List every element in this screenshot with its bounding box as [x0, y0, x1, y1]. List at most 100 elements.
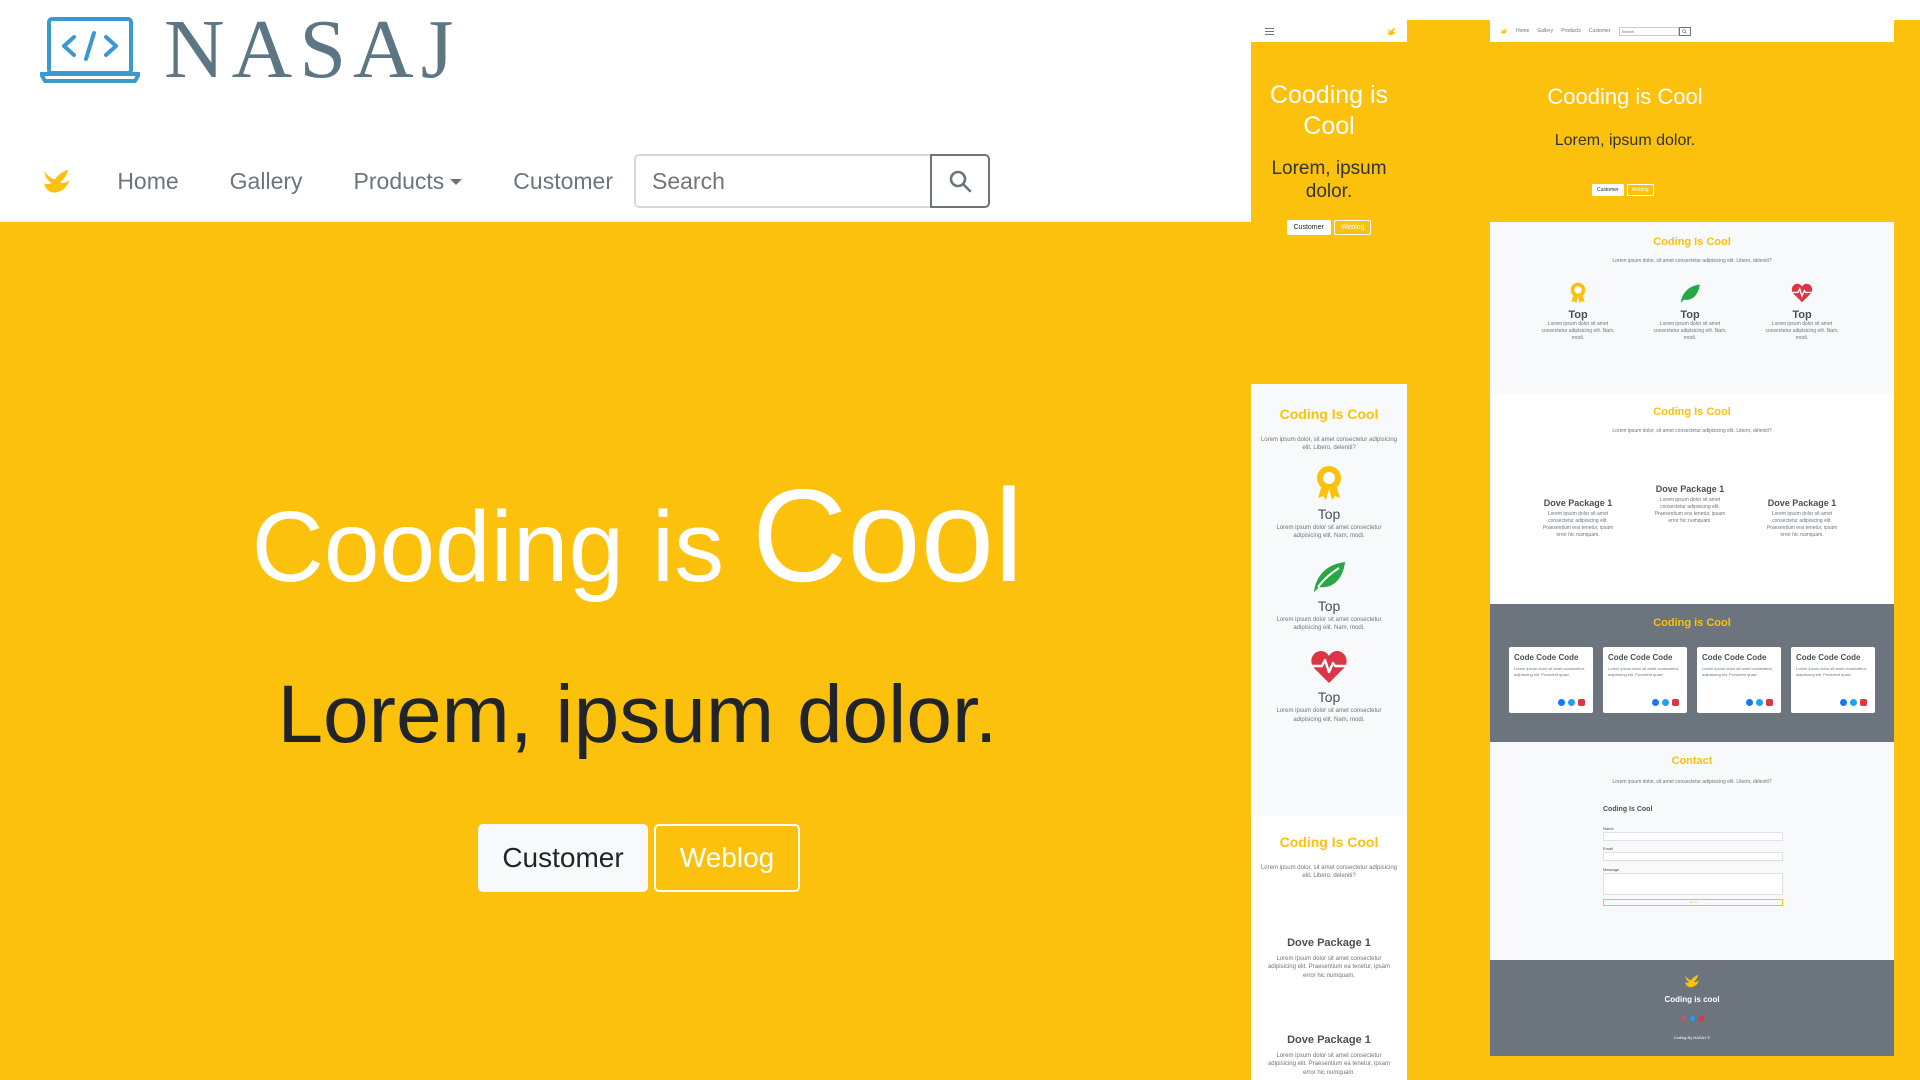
message-field[interactable] [1603, 873, 1783, 895]
twitter-icon[interactable] [1756, 699, 1763, 706]
nav-products-dropdown[interactable]: Products [354, 168, 463, 195]
search-input[interactable] [634, 154, 930, 208]
desktop-package-text: Lorem ipsum dolor sit amet consectetur a… [1766, 511, 1838, 538]
send-button[interactable]: Send [1603, 899, 1783, 906]
desktop-search-input[interactable]: Search [1618, 26, 1679, 36]
mobile-package-title: Dove Package 1 [1287, 1033, 1371, 1046]
email-field[interactable] [1603, 852, 1783, 861]
desktop-customer-button[interactable]: Customer [1592, 184, 1624, 196]
mobile-customer-button[interactable]: Customer [1286, 220, 1331, 235]
dove-icon [1685, 974, 1699, 988]
contact-form-title: Coding Is Cool [1603, 806, 1653, 813]
search-button[interactable] [930, 154, 990, 208]
contact-text: Lorem ipsum dolor, sit amet consectetur … [1612, 779, 1772, 785]
desktop-nav-customer[interactable]: Customer [1589, 28, 1611, 34]
dove-icon[interactable] [1386, 26, 1397, 37]
name-field[interactable] [1603, 832, 1783, 841]
customer-button[interactable]: Customer [478, 824, 648, 892]
desktop-features-title: Coding Is Cool [1653, 236, 1731, 248]
desktop-packages-text: Lorem ipsum dolor, sit amet consectetur … [1612, 428, 1772, 434]
desktop-feature-item: Top Lorem ipsum dolor sit amet consectet… [1530, 282, 1626, 342]
nav-customer[interactable]: Customer [513, 168, 613, 195]
mobile-hero-gap [1251, 242, 1407, 384]
hero-background-edge [1894, 20, 1920, 1080]
social-icons [1652, 699, 1679, 706]
leaf-icon [1680, 284, 1700, 303]
twitter-icon[interactable] [1568, 699, 1575, 706]
dove-icon[interactable] [40, 161, 73, 201]
desktop-package-item: Dove Package 1 Lorem ipsum dolor sit ame… [1530, 498, 1626, 539]
mobile-package-item: Dove Package 1 Lorem ipsum dolor sit ame… [1251, 937, 1407, 980]
instagram-icon[interactable] [1680, 1016, 1686, 1021]
team-card-title: Code Code Code [1702, 653, 1767, 662]
facebook-icon[interactable] [1746, 699, 1753, 706]
desktop-package-item: Dove Package 1 Lorem ipsum dolor sit ame… [1642, 484, 1738, 525]
social-icons [1746, 699, 1773, 706]
weblog-button[interactable]: Weblog [654, 824, 800, 892]
mobile-package-title: Dove Package 1 [1287, 936, 1371, 949]
team-card-text: Lorem ipsum dolor sit amet consectetur, … [1608, 666, 1679, 677]
mobile-package-item: Dove Package 1 Lorem ipsum dolor sit ame… [1251, 1034, 1407, 1077]
nav-gallery[interactable]: Gallery [230, 168, 303, 195]
desktop-weblog-button[interactable]: Weblog [1626, 184, 1654, 196]
desktop-contact-section: Contact Lorem ipsum dolor, sit amet cons… [1490, 742, 1894, 960]
team-card-title: Code Code Code [1514, 653, 1579, 662]
team-card: Code Code Code Lorem ipsum dolor sit ame… [1603, 647, 1687, 713]
desktop-feature-item: Top Lorem ipsum dolor sit amet consectet… [1642, 282, 1738, 342]
team-card: Code Code Code Lorem ipsum dolor sit ame… [1791, 647, 1875, 713]
desktop-package-item: Dove Package 1 Lorem ipsum dolor sit ame… [1754, 498, 1850, 539]
twitter-icon[interactable] [1850, 699, 1857, 706]
desktop-nav-products[interactable]: Products [1561, 28, 1581, 34]
hero-buttons: Customer Weblog [478, 824, 800, 892]
facebook-icon[interactable] [1558, 699, 1565, 706]
youtube-icon[interactable] [1766, 699, 1773, 706]
email-label: Email [1603, 846, 1614, 851]
award-icon [1570, 282, 1586, 304]
hamburger-icon[interactable] [1265, 27, 1274, 35]
youtube-icon[interactable] [1672, 699, 1679, 706]
desktop-nav-home[interactable]: Home [1516, 28, 1529, 34]
desktop-package-text: Lorem ipsum dolor sit amet consectetur a… [1542, 511, 1614, 538]
desktop-team-title: Coding is Cool [1653, 617, 1731, 629]
main-navbar: Home Gallery Products Customer [0, 140, 990, 222]
mobile-feature-label: Top [1317, 597, 1341, 614]
mobile-hero-title: Cooding is Cool [1269, 81, 1389, 141]
twitter-icon[interactable] [1662, 699, 1669, 706]
youtube-icon[interactable] [1860, 699, 1867, 706]
desktop-hero-title: Cooding is Cool [1547, 84, 1703, 109]
footer-social-icons [1490, 1016, 1894, 1021]
heartbeat-icon [1311, 651, 1347, 684]
team-card-title: Code Code Code [1796, 653, 1861, 662]
team-card-text: Lorem ipsum dolor sit amet consectetur, … [1796, 666, 1867, 677]
desktop-search-button[interactable] [1678, 26, 1691, 36]
desktop-nav-gallery[interactable]: Gallery [1537, 28, 1553, 34]
youtube-icon[interactable] [1698, 1016, 1704, 1021]
dove-icon[interactable] [1500, 27, 1508, 35]
message-label: Message [1603, 867, 1620, 872]
team-card-text: Lorem ipsum dolor sit amet consectetur, … [1514, 666, 1585, 677]
youtube-icon[interactable] [1578, 699, 1585, 706]
twitter-icon[interactable] [1689, 1016, 1695, 1021]
name-label: Name [1603, 826, 1614, 831]
desktop-feature-item: Top Lorem ipsum dolor sit amet consectet… [1754, 282, 1850, 342]
desktop-features-text: Lorem ipsum dolor, sit amet consectetur … [1612, 258, 1772, 264]
heartbeat-icon [1791, 283, 1813, 303]
brand-logo[interactable]: NASAJ [40, 8, 460, 92]
mobile-weblog-button[interactable]: Weblog [1333, 220, 1372, 235]
mobile-hero-buttons: Customer Weblog [1251, 220, 1407, 235]
mobile-features-section: Coding Is Cool Lorem ipsum dolor, sit am… [1251, 384, 1407, 816]
facebook-icon[interactable] [1652, 699, 1659, 706]
desktop-feature-label: Top [1568, 309, 1588, 321]
desktop-team-section: Coding is Cool Code Code Code Lorem ipsu… [1490, 604, 1894, 742]
mobile-packages-section: Coding Is Cool Lorem ipsum dolor, sit am… [1251, 816, 1407, 1080]
team-card: Code Code Code Lorem ipsum dolor sit ame… [1697, 647, 1781, 713]
desktop-footer: Coding is cool Coding By NASAJ © [1490, 960, 1894, 1056]
desktop-feature-text: Lorem ipsum dolor sit amet consectetur a… [1765, 321, 1839, 341]
contact-title: Contact [1671, 755, 1713, 767]
facebook-icon[interactable] [1840, 699, 1847, 706]
mobile-hero: Cooding is Cool Lorem, ipsum dolor. Cust… [1251, 42, 1407, 242]
nav-home[interactable]: Home [117, 168, 178, 195]
search-icon [949, 170, 972, 193]
hero-subtitle: Lorem, ipsum dolor. [277, 669, 998, 760]
mobile-navbar [1251, 20, 1407, 42]
